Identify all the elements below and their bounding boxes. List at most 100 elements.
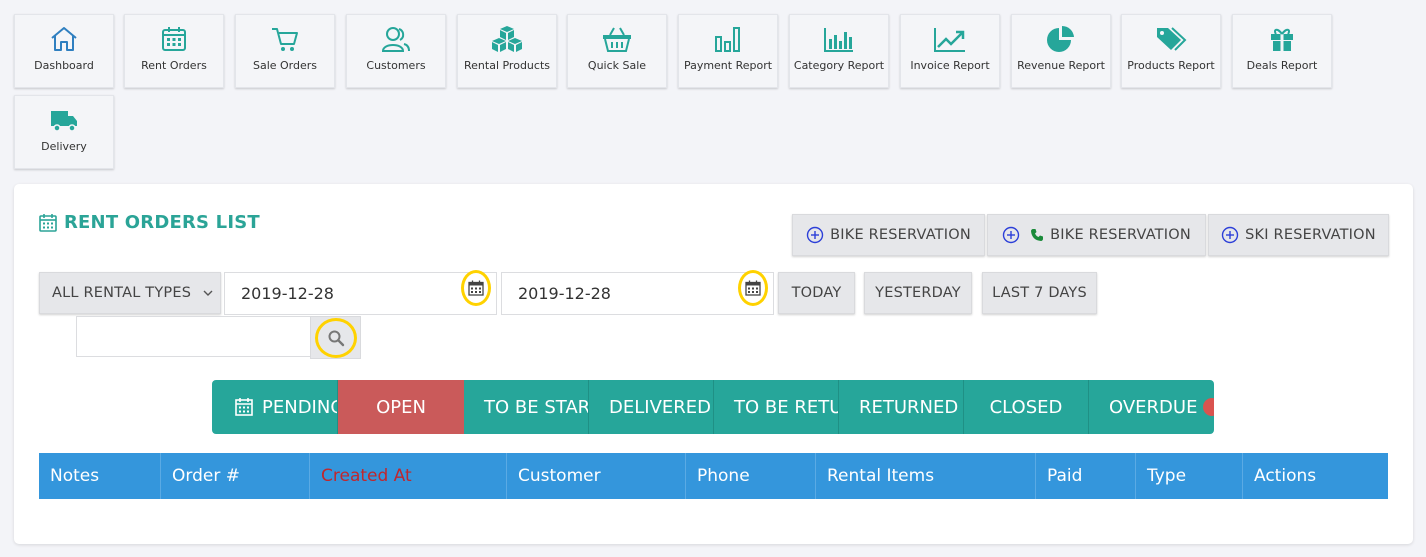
nav-label: Dashboard — [34, 59, 94, 72]
tab-label: CLOSED — [989, 396, 1063, 418]
button-label: TODAY — [791, 285, 842, 301]
column-header-type[interactable]: Type — [1136, 453, 1243, 499]
tab-to-be-started[interactable]: TO BE STARTED — [464, 380, 589, 434]
date-from-input[interactable]: 2019-12-28 — [224, 272, 497, 315]
nav-label: Rent Orders — [141, 59, 207, 72]
tags-icon — [1157, 27, 1187, 51]
overdue-count-badge — [1203, 398, 1214, 416]
tab-overdue[interactable]: OVERDUE — [1089, 380, 1214, 434]
nav-label: Delivery — [41, 140, 87, 153]
phone-bike-reservation-button[interactable]: BIKE RESERVATION — [987, 214, 1206, 256]
tab-to-be-returned[interactable]: TO BE RETURNED — [714, 380, 839, 434]
date-to-value: 2019-12-28 — [518, 284, 611, 303]
nav-label: Products Report — [1127, 59, 1215, 72]
nav-tile-revenue-report[interactable]: Revenue Report — [1011, 14, 1111, 88]
nav-tile-quick-sale[interactable]: Quick Sale — [567, 14, 667, 88]
tab-label: OVERDUE — [1109, 396, 1198, 418]
page-title: RENT ORDERS LIST — [64, 212, 260, 233]
column-header-rental-items[interactable]: Rental Items — [816, 453, 1036, 499]
status-tabs: PENDING OPEN TO BE STARTED DELIVERED TO … — [212, 380, 1214, 434]
calendar-icon — [39, 213, 57, 232]
tab-label: PENDING — [262, 396, 338, 418]
nav-label: Customers — [366, 59, 426, 72]
today-button[interactable]: TODAY — [778, 272, 855, 314]
date-from-calendar-button[interactable] — [461, 270, 491, 306]
nav-label: Quick Sale — [587, 59, 647, 72]
button-label: LAST 7 DAYS — [992, 285, 1087, 301]
button-label: SKI RESERVATION — [1245, 227, 1376, 243]
rental-type-dropdown[interactable]: ALL RENTAL TYPES — [39, 272, 221, 314]
tab-label: TO BE RETURNED — [734, 396, 839, 418]
plus-circle-icon — [1221, 226, 1239, 244]
calendar-icon — [468, 280, 484, 296]
button-label: BIKE RESERVATION — [1050, 227, 1191, 243]
cubes-icon — [492, 26, 522, 52]
calendar-icon — [235, 398, 253, 416]
nav-label: Deals Report — [1246, 59, 1318, 72]
phone-icon — [1031, 229, 1044, 241]
nav-label: Rental Products — [464, 59, 550, 72]
calendar-icon — [162, 27, 186, 51]
bike-reservation-button[interactable]: BIKE RESERVATION — [792, 214, 985, 256]
column-header-notes[interactable]: Notes — [39, 453, 161, 499]
nav-label: Sale Orders — [252, 59, 318, 72]
column-header-order-number[interactable]: Order # — [161, 453, 310, 499]
orders-table-header: Notes Order # Created At Customer Phone … — [39, 453, 1388, 499]
tab-pending[interactable]: PENDING — [212, 380, 338, 434]
column-chart-icon — [824, 28, 853, 52]
search-input[interactable] — [76, 316, 312, 357]
nav-tile-rental-products[interactable]: Rental Products — [457, 14, 557, 88]
bar-chart-icon — [715, 27, 740, 52]
plus-circle-icon — [1002, 226, 1020, 244]
button-label: YESTERDAY — [875, 285, 961, 301]
tab-delivered[interactable]: DELIVERED — [589, 380, 714, 434]
tab-closed[interactable]: CLOSED — [964, 380, 1089, 434]
search-button-highlight[interactable] — [315, 318, 357, 358]
nav-tile-invoice-report[interactable]: Invoice Report — [900, 14, 1000, 88]
nav-tile-payment-report[interactable]: Payment Report — [678, 14, 778, 88]
last-7-days-button[interactable]: LAST 7 DAYS — [982, 272, 1097, 314]
cart-icon — [272, 28, 298, 51]
column-header-phone[interactable]: Phone — [686, 453, 816, 499]
calendar-icon — [745, 280, 761, 296]
date-to-calendar-button[interactable] — [738, 270, 768, 306]
dropdown-value: ALL RENTAL TYPES — [52, 285, 192, 301]
nav-tile-delivery[interactable]: Delivery — [14, 95, 114, 169]
yesterday-button[interactable]: YESTERDAY — [864, 272, 972, 314]
search-icon — [328, 330, 345, 347]
button-label: BIKE RESERVATION — [830, 227, 971, 243]
truck-icon — [51, 111, 77, 132]
nav-tile-sale-orders[interactable]: Sale Orders — [235, 14, 335, 88]
panel-header: RENT ORDERS LIST — [38, 212, 260, 233]
tab-label: DELIVERED — [609, 396, 711, 418]
nav-tile-category-report[interactable]: Category Report — [789, 14, 889, 88]
home-icon — [51, 27, 77, 51]
tab-label: TO BE STARTED — [484, 396, 589, 418]
gift-icon — [1271, 28, 1293, 51]
tab-open[interactable]: OPEN — [338, 380, 464, 434]
column-header-created-at[interactable]: Created At — [310, 453, 507, 499]
tab-returned[interactable]: RETURNED — [839, 380, 964, 434]
date-from-value: 2019-12-28 — [241, 284, 334, 303]
column-header-actions[interactable]: Actions — [1243, 453, 1388, 499]
nav-label: Invoice Report — [910, 59, 990, 72]
ski-reservation-button[interactable]: SKI RESERVATION — [1208, 214, 1389, 256]
nav-tile-rent-orders[interactable]: Rent Orders — [124, 14, 224, 88]
nav-tile-dashboard[interactable]: Dashboard — [14, 14, 114, 88]
basket-icon — [603, 27, 631, 52]
plus-circle-icon — [806, 226, 824, 244]
nav-label: Category Report — [793, 59, 885, 72]
chevron-down-icon — [203, 290, 213, 296]
nav-tile-deals-report[interactable]: Deals Report — [1232, 14, 1332, 88]
tab-label: RETURNED — [859, 396, 959, 418]
pie-chart-icon — [1047, 25, 1074, 52]
tab-label: OPEN — [376, 396, 426, 418]
column-header-paid[interactable]: Paid — [1036, 453, 1136, 499]
nav-tile-products-report[interactable]: Products Report — [1121, 14, 1221, 88]
nav-label: Revenue Report — [1017, 59, 1105, 72]
users-icon — [381, 27, 410, 52]
nav-tile-customers[interactable]: Customers — [346, 14, 446, 88]
date-to-input[interactable]: 2019-12-28 — [501, 272, 774, 315]
column-header-customer[interactable]: Customer — [507, 453, 686, 499]
line-chart-icon — [934, 28, 965, 52]
